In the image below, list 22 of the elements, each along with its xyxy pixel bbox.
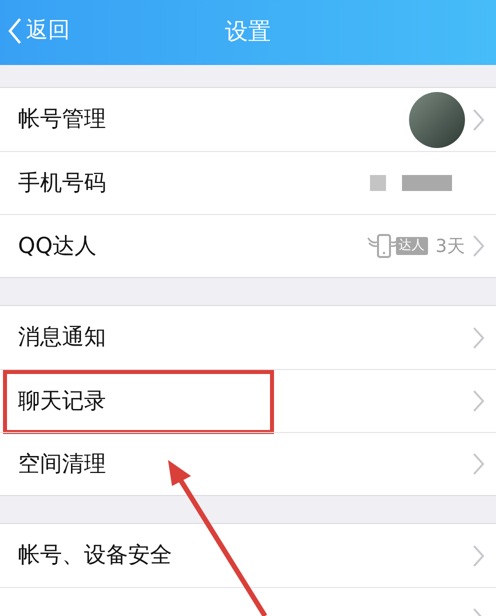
row-label: 空间清理	[18, 450, 107, 478]
chevron-right-icon	[473, 453, 484, 475]
settings-row[interactable]: 帐号管理	[0, 88, 496, 151]
settings-row[interactable]: QQ达人 达人 3天	[0, 214, 496, 277]
settings-row[interactable]: 聊天记录	[0, 369, 496, 432]
settings-row[interactable]: 消息通知	[0, 306, 496, 369]
row-label: 聊天记录	[18, 388, 107, 416]
row-label: QQ达人	[18, 232, 98, 260]
days-value: 3天	[436, 234, 465, 258]
chevron-right-icon	[473, 544, 484, 566]
chevron-right-icon	[473, 326, 484, 348]
row-label: 帐号管理	[18, 106, 107, 134]
chevron-right-icon	[473, 108, 484, 130]
badge-label: 达人	[396, 237, 428, 255]
row-label: 手机号码	[18, 170, 107, 198]
row-label: 消息通知	[18, 324, 107, 352]
row-label: 帐号、设备安全	[18, 542, 173, 570]
chevron-right-icon	[473, 390, 484, 412]
back-chevron-icon	[8, 16, 22, 44]
chevron-right-icon	[473, 235, 484, 257]
page-title: 设置	[225, 18, 271, 48]
settings-row[interactable]: 手机号码	[0, 151, 496, 214]
